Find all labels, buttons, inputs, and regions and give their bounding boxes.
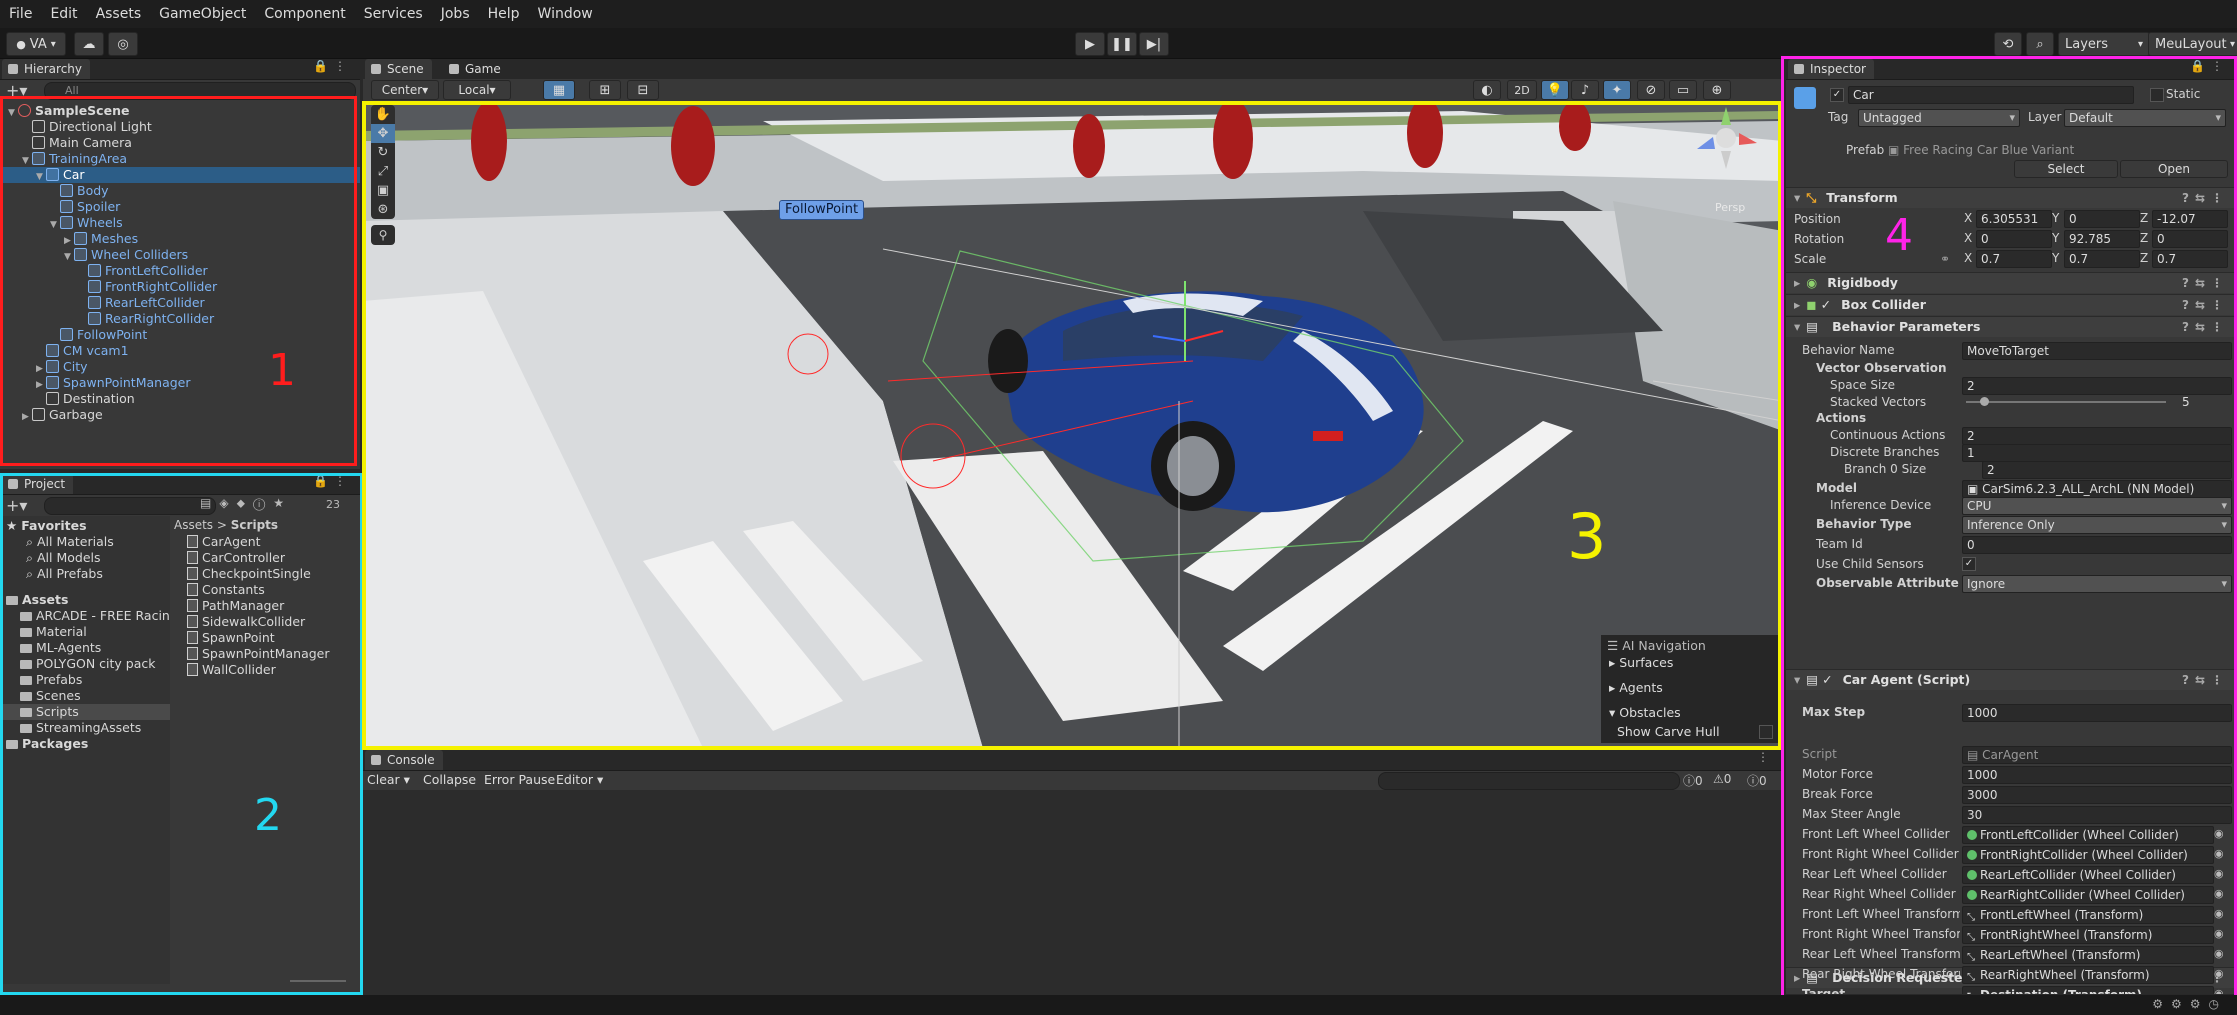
- status-bar: ⚙⚙⚙◷: [0, 995, 2237, 1015]
- game-icon: [449, 64, 459, 74]
- account-dropdown[interactable]: ● VA ▾: [6, 32, 66, 56]
- menu-window[interactable]: Window: [529, 6, 602, 22]
- menu-jobs[interactable]: Jobs: [432, 6, 479, 22]
- pivot-dropdown[interactable]: Center ▾: [371, 80, 439, 100]
- play-button[interactable]: ▶: [1075, 32, 1105, 56]
- status-icons[interactable]: ⚙⚙⚙◷: [2152, 997, 2227, 1011]
- menu-edit[interactable]: Edit: [41, 6, 86, 22]
- step-button[interactable]: ▶|: [1139, 32, 1169, 56]
- annotation-box-4: [1781, 56, 2237, 1015]
- console-icon: [371, 755, 381, 765]
- tab-game[interactable]: Game: [443, 59, 509, 79]
- main-toolbar: ● VA ▾ ☁ ◎ ▶ ❚❚ ▶| ⟲ ⌕ Layers ▾ MeuLayout ▾: [0, 28, 2237, 59]
- grid-icon[interactable]: ▦: [543, 80, 575, 100]
- 2d-toggle[interactable]: 2D: [1507, 80, 1537, 100]
- space-dropdown[interactable]: Local ▾: [443, 80, 511, 100]
- annotation-number-4: 4: [1885, 210, 1913, 261]
- menu-assets[interactable]: Assets: [87, 6, 151, 22]
- console-error-count[interactable]: ⓘ0: [1747, 772, 1767, 789]
- annotation-box-1: [0, 96, 357, 466]
- panel-menu-icon[interactable]: 🔒⋮: [313, 59, 352, 73]
- effects-icon[interactable]: ✦: [1603, 80, 1631, 100]
- snap-icon[interactable]: ⊞: [589, 80, 621, 100]
- scene-icon: [371, 64, 381, 74]
- menu-help[interactable]: Help: [479, 6, 529, 22]
- panel-menu-icon[interactable]: ⋮: [1757, 750, 1775, 764]
- menu-component[interactable]: Component: [255, 6, 354, 22]
- scene-tabbar: Scene Game: [363, 59, 1783, 79]
- console-info-count[interactable]: ⓘ0: [1683, 772, 1703, 789]
- layers-dropdown[interactable]: Layers ▾: [2058, 32, 2150, 56]
- audio-icon[interactable]: ♪: [1571, 80, 1599, 100]
- history-icon[interactable]: ⟲: [1994, 32, 2022, 56]
- lighting-icon[interactable]: 💡: [1541, 80, 1569, 100]
- console-clear-button[interactable]: Clear ▾: [367, 772, 410, 787]
- hidden-objects-icon[interactable]: ⊘: [1637, 80, 1665, 100]
- console-log-area: [363, 790, 1783, 995]
- console-collapse-button[interactable]: Collapse: [423, 772, 476, 787]
- tab-console[interactable]: Console: [365, 750, 443, 770]
- search-icon[interactable]: ⌕: [2026, 32, 2054, 56]
- menu-file[interactable]: File: [0, 6, 41, 22]
- console-warning-count[interactable]: ⚠0: [1713, 772, 1731, 786]
- hierarchy-icon: [8, 64, 18, 74]
- layout-dropdown[interactable]: MeuLayout ▾: [2148, 32, 2237, 56]
- console-search-input[interactable]: [1378, 772, 1680, 790]
- collab-icon[interactable]: ◎: [108, 32, 138, 56]
- increment-snap-icon[interactable]: ⊟: [627, 80, 659, 100]
- cloud-icon[interactable]: ☁: [74, 32, 104, 56]
- menu-gameobject[interactable]: GameObject: [150, 6, 255, 22]
- annotation-number-2: 2: [254, 790, 282, 841]
- console-panel: Console ⋮ Clear ▾ Collapse Error Pause E…: [363, 750, 1783, 995]
- draw-mode-icon[interactable]: ◐: [1473, 80, 1501, 100]
- camera-icon[interactable]: ▭: [1669, 80, 1697, 100]
- hierarchy-tabbar: Hierarchy 🔒⋮: [0, 59, 360, 80]
- annotation-number-3: 3: [1567, 500, 1607, 573]
- annotation-number-1: 1: [268, 345, 296, 396]
- pause-button[interactable]: ❚❚: [1107, 32, 1137, 56]
- menu-bar: File Edit Assets GameObject Component Service…: [0, 0, 2237, 28]
- console-tabbar: Console ⋮: [363, 750, 1783, 771]
- annotation-box-2: [0, 473, 363, 995]
- tab-hierarchy[interactable]: Hierarchy: [2, 59, 91, 79]
- menu-services[interactable]: Services: [355, 6, 432, 22]
- scene-toolbar: Center ▾ Local ▾ ▦ ⊞ ⊟ ◐ 2D 💡 ♪ ✦ ⊘ ▭ ⊕: [363, 79, 1783, 101]
- gizmos-icon[interactable]: ⊕: [1703, 80, 1731, 100]
- console-editor-dropdown[interactable]: Editor ▾: [556, 772, 603, 787]
- annotation-box-3: [362, 101, 1782, 750]
- tab-scene[interactable]: Scene: [365, 59, 432, 79]
- console-error-pause-button[interactable]: Error Pause: [484, 772, 555, 787]
